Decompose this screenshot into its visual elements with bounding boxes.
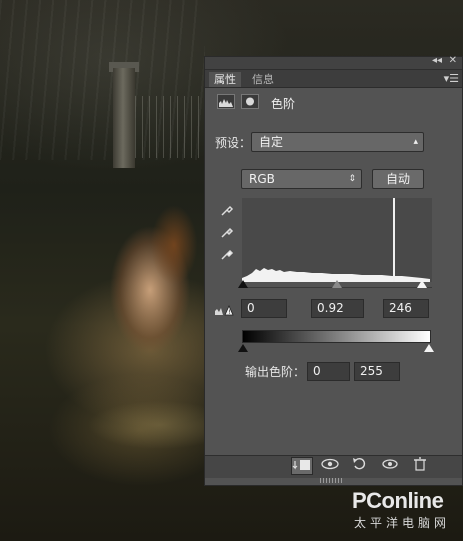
output-black-slider[interactable] (238, 344, 248, 352)
panel-menu-icon[interactable]: ▾☰ (444, 72, 459, 85)
svg-text:!: ! (228, 309, 230, 316)
delete-icon[interactable] (409, 457, 431, 475)
channel-value: RGB (249, 172, 275, 186)
mask-icon[interactable] (241, 94, 259, 109)
view-previous-state-icon[interactable] (319, 457, 341, 475)
watermark-subtitle: 太平洋电脑网 (354, 516, 451, 530)
updown-arrow-icon: ⇕ (348, 174, 356, 184)
clipping-warning-icon[interactable]: ! (215, 304, 235, 319)
output-white-field[interactable]: 255 (354, 362, 400, 381)
adjustment-title: 色阶 (271, 97, 296, 111)
tab-info[interactable]: 信息 (247, 72, 279, 87)
input-gamma-slider[interactable] (332, 280, 342, 288)
histogram-clip-line (393, 198, 395, 282)
output-gradient-bar (242, 330, 431, 343)
input-black-slider[interactable] (238, 280, 248, 288)
preset-label: 预设： (215, 136, 252, 150)
clip-to-layer-icon[interactable] (291, 457, 313, 475)
output-white-slider[interactable] (424, 344, 434, 352)
resize-grip[interactable] (320, 478, 344, 483)
close-icon[interactable]: ✕ (449, 55, 457, 66)
auto-button[interactable]: 自动 (372, 169, 424, 189)
input-gamma-field[interactable]: 0.92 (311, 299, 364, 318)
white-point-eyedropper-icon[interactable] (220, 247, 234, 261)
collapse-icon[interactable]: ◂◂ (432, 55, 442, 66)
black-point-eyedropper-icon[interactable] (220, 203, 234, 217)
toggle-visibility-icon[interactable] (379, 457, 401, 475)
properties-panel: ◂◂ ✕ 属性 信息 ▾☰ 色阶 预设： 自定 ▴ RGB ⇕ 自动 ! 0 0… (204, 55, 463, 486)
preset-select[interactable]: 自定 ▴ (251, 132, 424, 152)
preset-value: 自定 (259, 135, 284, 149)
input-white-slider[interactable] (417, 280, 427, 288)
channel-select[interactable]: RGB ⇕ (241, 169, 362, 189)
tab-bar: 属性 信息 ▾☰ (205, 70, 462, 88)
output-black-field[interactable]: 0 (307, 362, 350, 381)
panel-titlebar[interactable]: ◂◂ ✕ (205, 55, 462, 70)
input-white-field[interactable]: 246 (383, 299, 429, 318)
histogram (242, 198, 432, 282)
tab-properties[interactable]: 属性 (209, 72, 241, 87)
updown-arrow-icon: ▴ (413, 137, 418, 147)
levels-adjustment-icon[interactable] (217, 94, 235, 109)
watermark: PConline 太平洋电脑网 (338, 488, 463, 538)
output-levels-label: 输出色阶： (245, 365, 306, 379)
input-black-field[interactable]: 0 (241, 299, 287, 318)
watermark-logo: PConline (352, 488, 444, 513)
gray-point-eyedropper-icon[interactable] (220, 225, 234, 239)
reset-icon[interactable] (349, 457, 371, 475)
